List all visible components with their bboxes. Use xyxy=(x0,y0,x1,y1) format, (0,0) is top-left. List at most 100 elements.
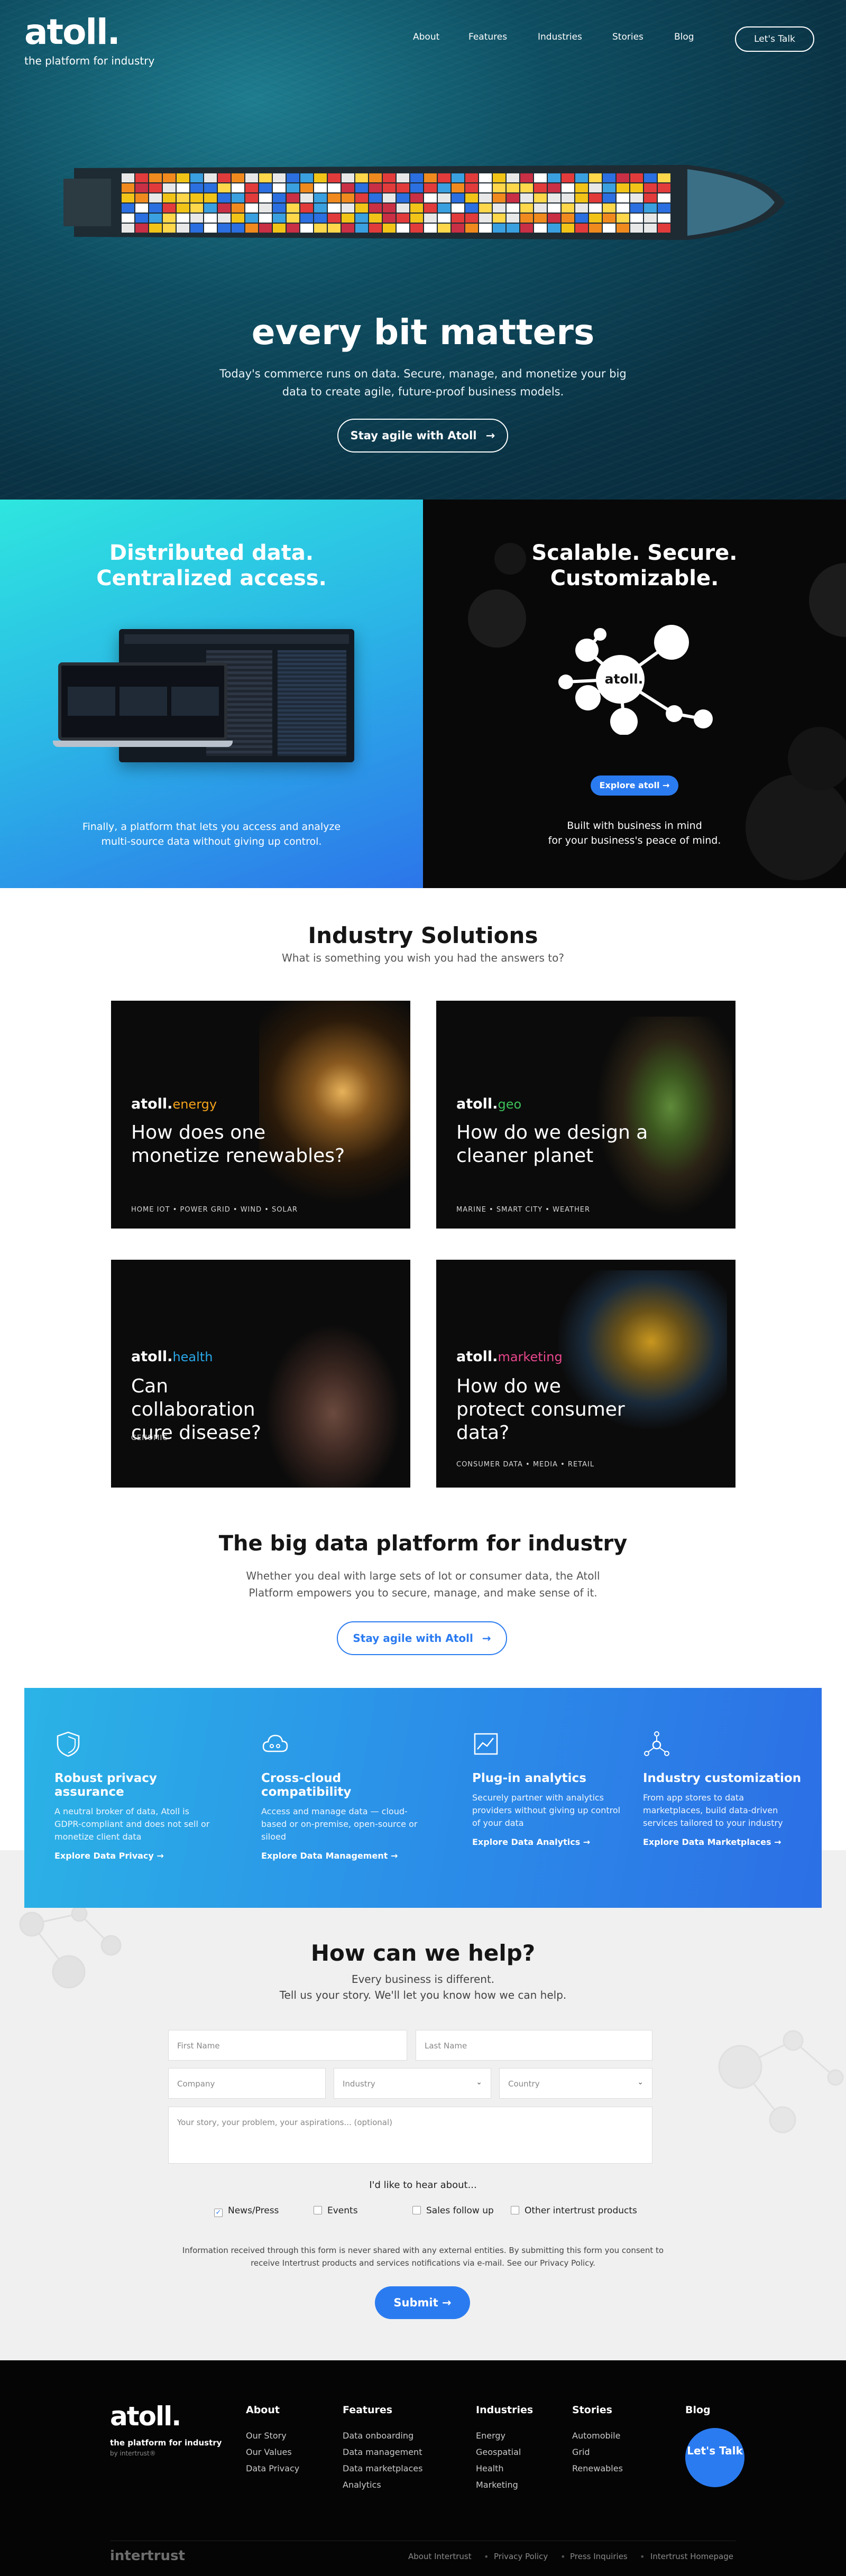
arrow-right-icon: → xyxy=(663,780,670,790)
footer-bottom-link[interactable]: Privacy Policy xyxy=(494,2552,548,2561)
footer-col-blog[interactable]: Blog xyxy=(685,2404,711,2416)
feature-title: Cross-cloud compatibility xyxy=(261,1771,352,1799)
feature-analytics: Plug-in analytics Securely partner with … xyxy=(472,1730,631,1847)
lets-talk-button[interactable]: Let's Talk xyxy=(735,26,814,52)
form-disclaimer: Information received through this form i… xyxy=(182,2246,664,2268)
feature-cloud: Cross-cloud compatibility Access and man… xyxy=(261,1730,420,1861)
arrow-right-icon: → xyxy=(774,1837,781,1847)
footer-bottom-link[interactable]: About Intertrust xyxy=(408,2552,472,2561)
card-question: How do we protect consumer data? xyxy=(456,1375,625,1444)
light-bulb-image xyxy=(259,1001,410,1229)
card-tags: MARINE • SMART CITY • WEATHER xyxy=(456,1206,591,1214)
separator-dot: • xyxy=(484,2552,489,2562)
footer-col-industries: Industries xyxy=(476,2404,534,2416)
footer-col-about: About xyxy=(246,2404,280,2416)
panel-left-text: Finally, a platform that lets you access… xyxy=(82,821,341,847)
footer-link[interactable]: Renewables xyxy=(572,2463,623,2473)
industry-card-energy[interactable]: atoll.energy How does one monetize renew… xyxy=(111,1001,410,1229)
footer-link[interactable]: Data Privacy xyxy=(246,2463,299,2473)
news-press-checkbox[interactable]: ✓ News/Press xyxy=(214,2205,279,2217)
feature-text: From app stores to data marketplaces, bu… xyxy=(643,1793,783,1828)
explore-data-management-link[interactable]: Explore Data Management → xyxy=(261,1851,420,1861)
industry-card-marketing[interactable]: atoll.marketing How do we protect consum… xyxy=(436,1260,735,1488)
panel-right-text-1: Built with business in mind xyxy=(567,820,702,832)
card-tags: HOME IOT • POWER GRID • WIND • SOLAR xyxy=(131,1206,298,1214)
scalable-panel: Scalable. Secure. Customizable. atoll. E… xyxy=(423,500,846,888)
hero-section: atoll. the platform for industry About F… xyxy=(0,0,846,500)
footer-link[interactable]: Data management xyxy=(343,2447,422,2457)
footer-logo[interactable]: atoll. xyxy=(110,2401,181,2432)
footer-lets-talk-button[interactable]: Let's Talk xyxy=(685,2428,744,2487)
deco-circle xyxy=(468,589,526,648)
footer-link[interactable]: Grid xyxy=(572,2447,590,2457)
industry-card-health[interactable]: atoll.health Can collaboration cure dise… xyxy=(111,1260,410,1488)
footer-bottom-link[interactable]: Press Inquiries xyxy=(570,2552,628,2561)
footer-link[interactable]: Health xyxy=(476,2463,504,2473)
nav-about[interactable]: About xyxy=(413,32,439,42)
industry-card-geo[interactable]: atoll.geo How do we design a cleaner pla… xyxy=(436,1001,735,1229)
other-products-checkbox[interactable]: Other intertrust products xyxy=(511,2205,637,2216)
card-brand: atoll.marketing xyxy=(456,1349,563,1365)
footer-col-stories: Stories xyxy=(572,2404,612,2416)
panel-left-title-2: Centralized access. xyxy=(96,566,327,590)
footer-bottom-link[interactable]: Intertrust Homepage xyxy=(650,2552,733,2561)
help-section xyxy=(0,1850,846,2360)
events-checkbox[interactable]: Events xyxy=(314,2205,358,2216)
feature-text: A neutral broker of data, Atoll is GDPR-… xyxy=(54,1806,210,1842)
footer-link[interactable]: Geospatial xyxy=(476,2447,521,2457)
nav-stories[interactable]: Stories xyxy=(612,32,643,42)
arrow-right-icon: → xyxy=(485,429,495,442)
panel-right-title-2: Customizable. xyxy=(550,566,719,590)
hero-subtitle: Today's commerce runs on data. Secure, m… xyxy=(219,367,627,398)
footer-link[interactable]: Our Story xyxy=(246,2431,287,2441)
explore-atoll-button[interactable]: Explore atoll → xyxy=(591,775,678,796)
footer-link[interactable]: Analytics xyxy=(343,2480,381,2490)
explore-data-analytics-link[interactable]: Explore Data Analytics → xyxy=(472,1837,631,1847)
industry-subtitle: What is something you wish you had the a… xyxy=(282,952,564,964)
platform-title: The big data platform for industry xyxy=(218,1531,628,1556)
hero-cta-button[interactable]: Stay agile with Atoll → xyxy=(337,419,508,453)
footer-link[interactable]: Data onboarding xyxy=(343,2431,413,2441)
feature-title: Robust privacy assurance xyxy=(54,1771,157,1799)
network-deco-right xyxy=(718,2030,844,2134)
company-field[interactable]: Company xyxy=(168,2068,326,2099)
hero-cta-label: Stay agile with Atoll xyxy=(350,429,477,442)
distributed-data-panel: Distributed data. Centralized access. Fi… xyxy=(0,500,423,888)
sales-follow-up-checkbox[interactable]: Sales follow up xyxy=(412,2205,494,2216)
footer-link[interactable]: Marketing xyxy=(476,2480,518,2490)
explore-data-privacy-link[interactable]: Explore Data Privacy → xyxy=(54,1851,213,1861)
hear-about-label: I'd like to hear about... xyxy=(369,2180,477,2191)
card-tags: GENOMIC xyxy=(131,1434,168,1442)
card-question: How do we design a cleaner planet xyxy=(456,1122,648,1167)
cargo-ship-image xyxy=(63,165,785,240)
story-textarea[interactable]: Your story, your problem, your aspiratio… xyxy=(168,2107,652,2164)
nav-blog[interactable]: Blog xyxy=(674,32,694,42)
feature-text: Access and manage data — cloud-based or … xyxy=(261,1806,418,1842)
intertrust-logo[interactable]: intertrust xyxy=(110,2548,185,2564)
plant-image xyxy=(595,1017,732,1217)
platform-cta-button[interactable]: Stay agile with Atoll → xyxy=(337,1621,507,1655)
nav-industries[interactable]: Industries xyxy=(538,32,582,42)
first-name-field[interactable]: First Name xyxy=(168,2030,407,2061)
chevron-down-icon: ⌄ xyxy=(637,2078,643,2086)
nav-features[interactable]: Features xyxy=(468,32,507,42)
platform-text: Whether you deal with large sets of Iot … xyxy=(246,1569,600,1599)
footer-link[interactable]: Energy xyxy=(476,2431,505,2441)
footer-link[interactable]: Data marketplaces xyxy=(343,2463,422,2473)
country-select[interactable]: Country ⌄ xyxy=(499,2068,652,2099)
site-logo[interactable]: atoll. xyxy=(24,12,121,52)
last-name-field[interactable]: Last Name xyxy=(416,2030,652,2061)
feature-privacy: Robust privacy assurance A neutral broke… xyxy=(54,1730,213,1861)
industry-select[interactable]: Industry ⌄ xyxy=(334,2068,491,2099)
arrow-right-icon: → xyxy=(583,1837,591,1847)
separator-dot: • xyxy=(640,2552,645,2562)
network-deco-left xyxy=(19,1905,122,1989)
submit-button[interactable]: Submit → xyxy=(375,2286,470,2319)
features-band: Robust privacy assurance A neutral broke… xyxy=(24,1688,822,1908)
footer-link[interactable]: Our Values xyxy=(246,2447,292,2457)
footer-link[interactable]: Automobile xyxy=(572,2431,620,2441)
explore-data-marketplaces-link[interactable]: Explore Data Marketplaces → xyxy=(643,1837,802,1847)
deco-circle xyxy=(788,727,846,790)
shield-icon xyxy=(57,1731,80,1757)
network-icon xyxy=(644,1731,669,1756)
